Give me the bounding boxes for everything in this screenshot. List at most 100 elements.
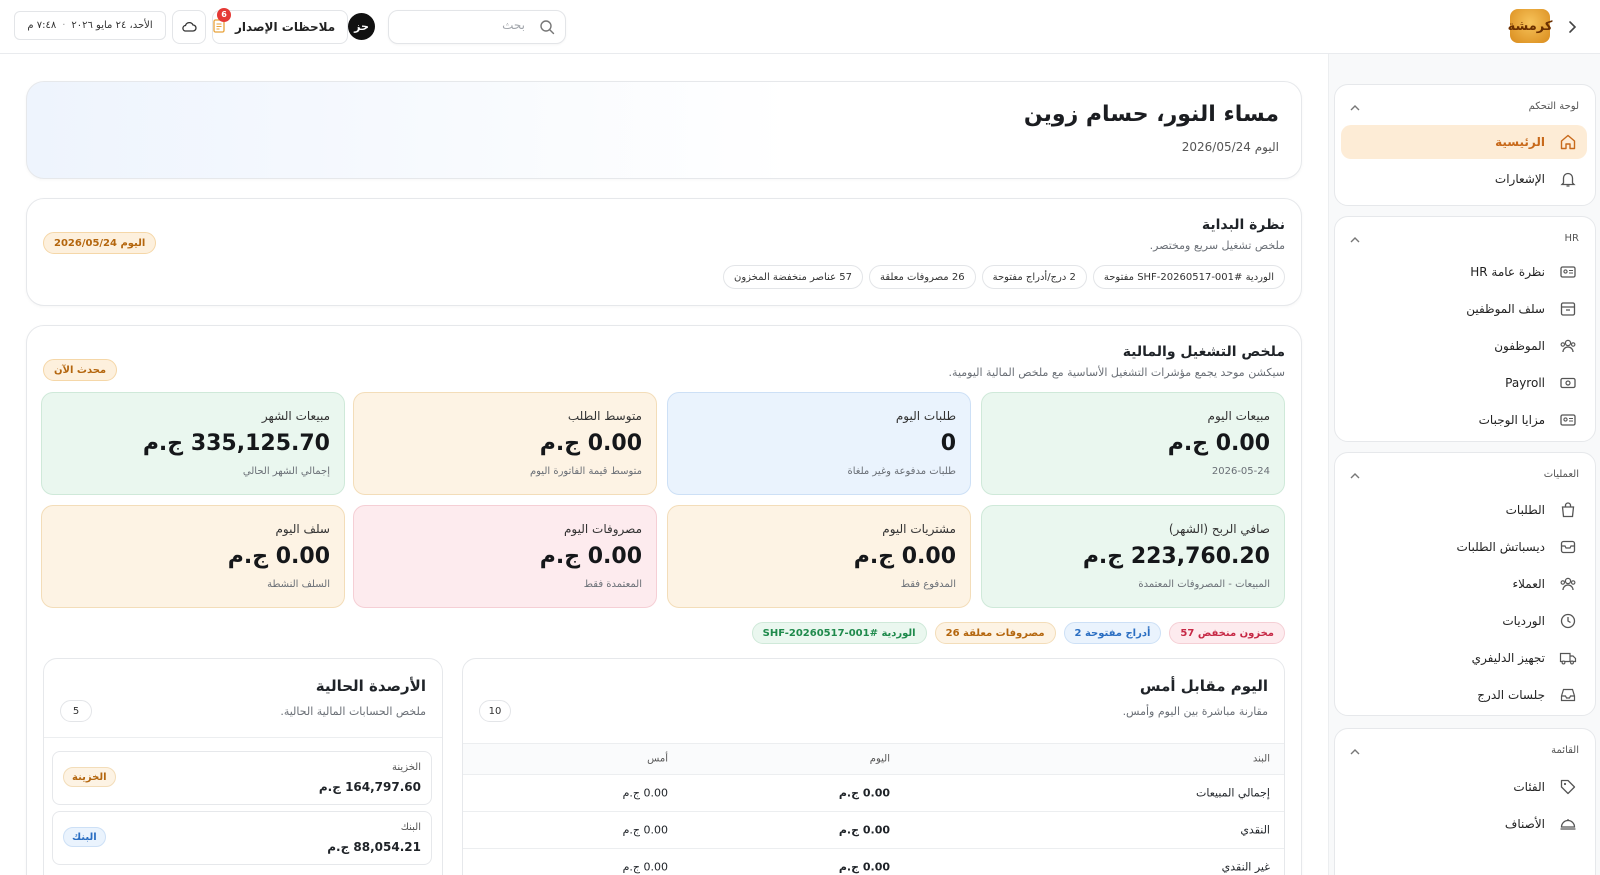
panel-title: اليوم مقابل أمس <box>1139 677 1268 695</box>
kpi-note: طلبات مدفوعة وغير ملغاة <box>847 466 956 477</box>
comparison-table: البند اليوم أمس إجمالي المبيعات 0.00 ج.م… <box>463 743 1284 875</box>
sidebar-item-categories[interactable]: الفئات <box>1341 770 1587 804</box>
search-input[interactable] <box>405 18 525 32</box>
column-header-today[interactable]: اليوم <box>870 754 890 765</box>
pending-expenses-tag[interactable]: مصروفات معلقة 26 <box>934 622 1056 644</box>
kpi-card-today-advances[interactable]: سلف اليوم 0.00 ج.م السلف النشطة <box>41 505 345 608</box>
sidebar-item-label: سلف الموظفين <box>1466 302 1545 316</box>
logo-text: كرمشة <box>1507 18 1553 34</box>
kpi-value: 0 <box>940 431 956 456</box>
column-header-item[interactable]: البند <box>1253 754 1270 765</box>
kpi-card-today-orders[interactable]: طلبات اليوم 0 طلبات مدفوعة وغير ملغاة <box>667 392 971 495</box>
chevron-right-icon[interactable] <box>1560 15 1584 39</box>
kpi-title: متوسط الطلب <box>567 409 642 423</box>
balance-item-treasury[interactable]: الخزينة 164,797.60 ج.م الخزينة <box>52 751 432 805</box>
column-header-yesterday[interactable]: أمس <box>647 754 668 765</box>
sidebar-item-orders[interactable]: الطلبات <box>1341 493 1587 527</box>
sync-button[interactable] <box>172 10 206 44</box>
chevron-up-icon[interactable] <box>1349 231 1361 250</box>
table-cell: 0.00 ج.م <box>838 860 890 874</box>
sidebar-item-hr-overview[interactable]: نظرة عامة HR <box>1341 255 1587 289</box>
table-cell: 0.00 ج.م <box>622 786 668 800</box>
count-badge: 5 <box>60 700 92 722</box>
kpi-card-average-order[interactable]: متوسط الطلب 0.00 ج.م متوسط قيمة الفاتورة… <box>353 392 657 495</box>
status-pill[interactable]: 26 مصروفات معلقة <box>868 265 976 289</box>
low-stock-tag[interactable]: مخزون منخفض 57 <box>1169 622 1285 644</box>
kpi-card-net-profit[interactable]: صافي الربح (الشهر) 223,760.20 ج.م المبيع… <box>981 505 1285 608</box>
kpi-card-today-expenses[interactable]: مصروفات اليوم 0.00 ج.م المعتمدة فقط <box>353 505 657 608</box>
sidebar-item-shifts[interactable]: الورديات <box>1341 604 1587 638</box>
brand-logo[interactable]: كرمشة <box>1507 9 1553 43</box>
kpi-card-today-sales[interactable]: مبيعات اليوم 0.00 ج.م 2026-05-24 <box>981 392 1285 495</box>
chevron-up-icon[interactable] <box>1349 467 1361 486</box>
sidebar-item-items[interactable]: الأصناف <box>1341 807 1587 841</box>
open-drawers-tag[interactable]: أدراج مفتوحة 2 <box>1063 622 1162 644</box>
sidebar-item-employee-advances[interactable]: سلف الموظفين <box>1341 292 1587 326</box>
chevron-up-icon[interactable] <box>1349 743 1361 762</box>
section-title: ملخص التشغيل والمالية <box>1122 344 1285 360</box>
sidebar-item-drawer-sessions[interactable]: جلسات الدرج <box>1341 678 1587 712</box>
user-avatar[interactable]: حز <box>348 13 375 40</box>
sidebar-item-order-dispatch[interactable]: ديسباتش الطلبات <box>1341 530 1587 564</box>
sidebar-item-delivery-prep[interactable]: تجهيز الدليفري <box>1341 641 1587 675</box>
sidebar-group-title: القائمة <box>1551 745 1579 756</box>
sidebar-group-menu: القائمة الفئات الأصناف <box>1334 728 1596 875</box>
status-pill[interactable]: 2 درج/أدراج مفتوحة <box>981 265 1087 289</box>
sidebar-group-hr: HR نظرة عامة HR سلف الموظفين الموظفون Pa… <box>1334 216 1596 442</box>
shift-tag[interactable]: الوردية #SHF-20260517-001 <box>751 622 927 644</box>
table-cell: غير النقدي <box>1221 860 1270 874</box>
kpi-value: 0.00 ج.م <box>539 431 642 456</box>
greeting-date: اليوم 2026/05/24 <box>1181 140 1279 154</box>
balance-item-bank[interactable]: البنك 88,054.21 ج.م البنك <box>52 811 432 865</box>
users-icon <box>1557 573 1579 595</box>
sidebar-item-customers[interactable]: العملاء <box>1341 567 1587 601</box>
chevron-up-icon[interactable] <box>1349 99 1361 118</box>
greeting-title: مساء النور، حسام زوين <box>1023 102 1279 127</box>
section-subtitle: ملخص تشغيل سريع ومختصر. <box>1149 239 1285 252</box>
status-pill[interactable]: الوردية #SHF-20260517-001 مفتوحة <box>1092 265 1285 289</box>
kpi-note: إجمالي الشهر الحالي <box>242 466 330 477</box>
kpi-note: 2026-05-24 <box>1211 466 1270 477</box>
sidebar-item-meal-benefits[interactable]: مزايا الوجبات <box>1341 403 1587 437</box>
cloud-icon <box>181 18 197 37</box>
kpi-card-month-sales[interactable]: مبيعات الشهر 335,125.70 ج.م إجمالي الشهر… <box>41 392 345 495</box>
sidebar-item-employees[interactable]: الموظفون <box>1341 329 1587 363</box>
kpi-title: سلف اليوم <box>275 522 330 536</box>
truck-icon <box>1557 647 1579 669</box>
sidebar-item-label: الموظفون <box>1494 339 1545 353</box>
kpi-note: متوسط قيمة الفاتورة اليوم <box>529 466 642 477</box>
notification-badge: 6 <box>217 7 231 22</box>
bag-icon <box>1557 499 1579 521</box>
id-card-icon <box>1557 261 1579 283</box>
current-balances-panel: الأرصدة الحالية ملخص الحسابات المالية ال… <box>43 658 443 875</box>
today-vs-yesterday-panel: اليوم مقابل أمس مقارنة مباشرة بين اليوم … <box>462 658 1285 875</box>
sidebar-group-title: لوحة التحكم <box>1528 101 1579 112</box>
sidebar-item-label: الورديات <box>1502 614 1545 628</box>
search-box[interactable] <box>388 10 566 44</box>
kpi-title: صافي الربح (الشهر) <box>1168 522 1270 536</box>
sidebar-item-label: جلسات الدرج <box>1477 688 1545 702</box>
release-notes-button[interactable]: ملاحظات الإصدار 6 <box>212 7 348 44</box>
separator-dot: · <box>62 20 66 31</box>
banknote-icon <box>1557 372 1579 394</box>
sidebar-item-payroll[interactable]: Payroll <box>1341 366 1587 400</box>
balance-name: البنك <box>400 822 421 833</box>
sidebar-item-label: الأصناف <box>1504 817 1545 831</box>
sidebar-item-label: العملاء <box>1512 577 1545 591</box>
table-row: النقدي 0.00 ج.م 0.00 ج.م <box>463 811 1284 848</box>
section-title: نظرة البداية <box>1201 217 1285 233</box>
kpi-note: السلف النشطة <box>267 579 330 590</box>
sidebar-item-home[interactable]: الرئيسية <box>1341 125 1587 159</box>
kpi-title: مبيعات الشهر <box>261 409 330 423</box>
bell-icon <box>1557 168 1579 190</box>
dish-icon <box>1557 813 1579 835</box>
section-subtitle: سيكشن موحد يجمع مؤشرات التشغيل الأساسية … <box>948 366 1285 379</box>
release-notes-label: ملاحظات الإصدار <box>235 20 336 34</box>
kpi-value: 0.00 ج.م <box>853 544 956 569</box>
status-pill[interactable]: 57 عناصر منخفضة المخزون <box>722 265 863 289</box>
sidebar-item-notifications[interactable]: الإشعارات <box>1341 162 1587 196</box>
kpi-card-today-purchases[interactable]: مشتريات اليوم 0.00 ج.م المدفوع فقط <box>667 505 971 608</box>
kpi-value: 0.00 ج.م <box>539 544 642 569</box>
inbox-icon <box>1557 684 1579 706</box>
alert-tags: مخزون منخفض 57 أدراج مفتوحة 2 مصروفات مع… <box>751 622 1285 644</box>
